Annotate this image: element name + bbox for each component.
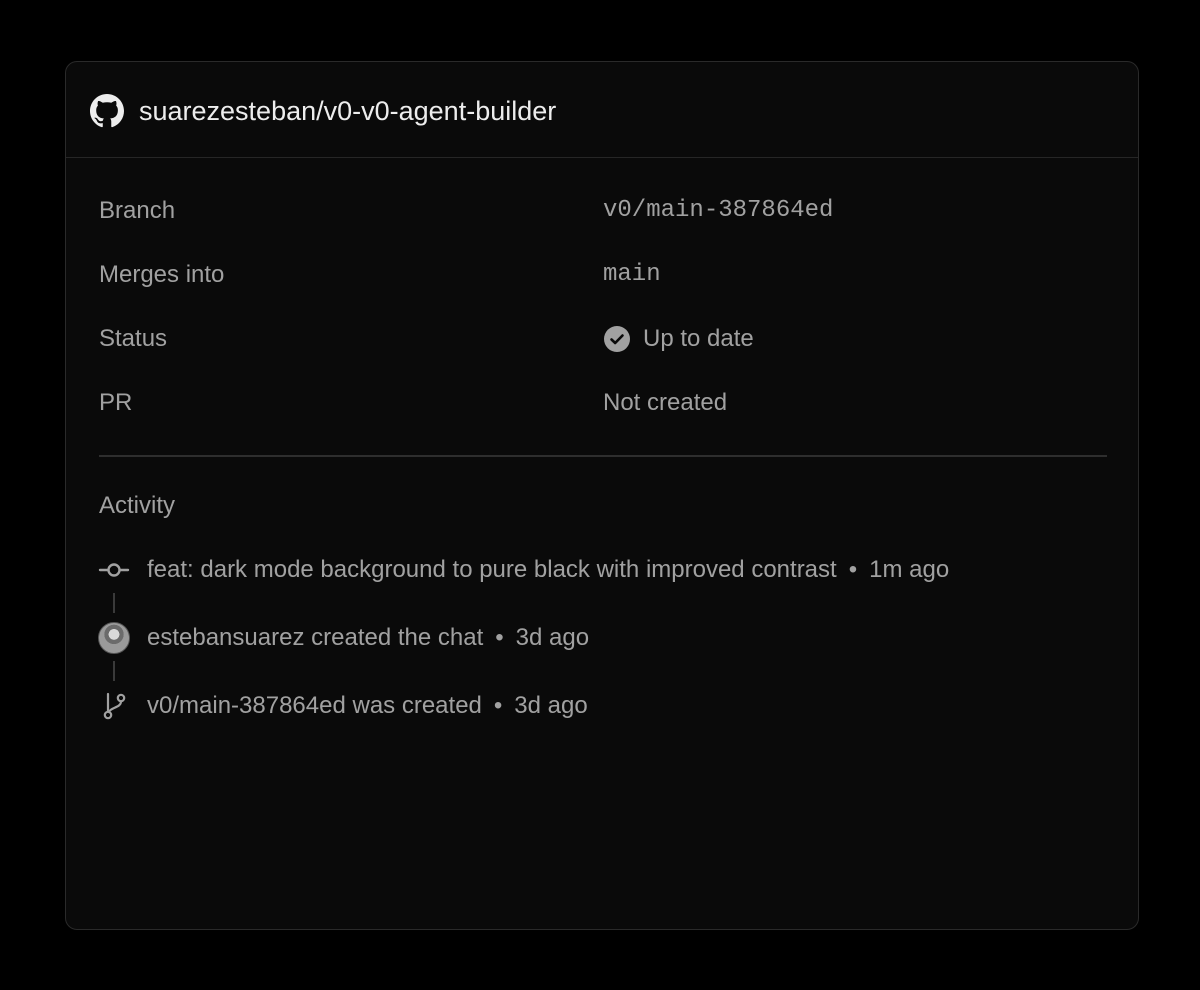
branch-label: Branch (99, 197, 176, 224)
avatar (98, 622, 130, 654)
commit-message: feat: dark mode background to pure black… (147, 556, 837, 583)
separator-dot: • (493, 692, 503, 719)
activity-item-branch-created: v0/main-387864ed was created • 3d ago (147, 691, 588, 721)
activity-item-chat-created: estebansuarez created the chat • 3d ago (147, 623, 589, 653)
activity-title: Activity (99, 492, 176, 519)
timeline-connector (113, 593, 115, 613)
actor-name[interactable]: estebansuarez (147, 624, 304, 651)
pr-value: Not created (603, 389, 728, 416)
merges-into-value: main (603, 261, 661, 288)
activity-text: created the chat (311, 624, 484, 651)
section-divider (99, 455, 1107, 457)
commit-icon (98, 563, 130, 577)
pr-label: PR (99, 389, 133, 416)
activity-time: 3d ago (515, 624, 590, 651)
status-value-group: Up to date (603, 324, 754, 354)
activity-item-commit[interactable]: feat: dark mode background to pure black… (147, 555, 949, 585)
commit-time: 1m ago (869, 556, 950, 583)
activity-time: 3d ago (514, 692, 588, 719)
separator-dot: • (495, 624, 504, 651)
repo-name[interactable]: suarezesteban/v0-v0-agent-builder (139, 94, 556, 128)
git-panel: suarezesteban/v0-v0-agent-builder Branch… (65, 61, 1139, 930)
github-icon (90, 94, 124, 128)
branch-icon (103, 692, 126, 720)
timeline-connector (113, 661, 115, 681)
branch-name-link[interactable]: v0/main-387864ed (147, 692, 346, 719)
activity-text: was created (352, 692, 482, 719)
status-value: Up to date (643, 325, 754, 352)
merges-into-label: Merges into (99, 261, 225, 288)
separator-dot: • (848, 556, 858, 583)
check-circle-icon (604, 326, 630, 352)
branch-value: v0/main-387864ed (603, 197, 834, 224)
status-label: Status (99, 325, 168, 352)
repo-header: suarezesteban/v0-v0-agent-builder (66, 62, 1138, 158)
